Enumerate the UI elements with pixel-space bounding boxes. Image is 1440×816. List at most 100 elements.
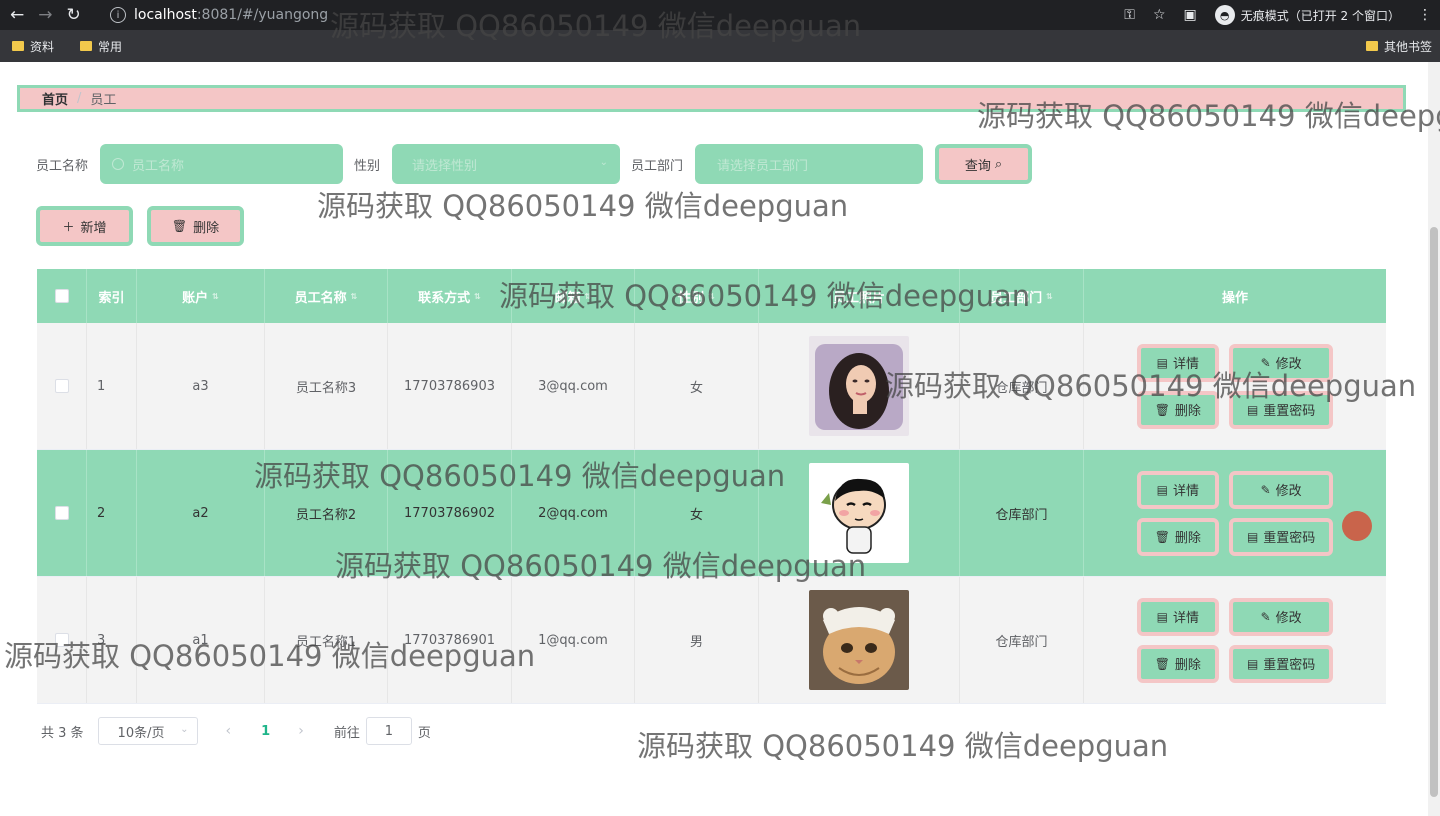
folder-icon [80,41,93,51]
delete-label: 删除 [1174,404,1201,419]
cell-account: a1 [137,577,265,703]
goto-prefix: 前往 [333,725,360,741]
forward-icon[interactable]: → [38,5,52,25]
info-icon[interactable]: i [110,7,126,23]
current-page[interactable]: 1 [261,724,270,739]
chevron-down-icon: ⌄ [599,157,609,168]
col-dept[interactable]: 员工部门 ⇅ [960,269,1084,323]
col-dept-label: 员工部门 [990,290,1043,306]
name-search-input[interactable]: 员工名称 [100,144,344,184]
col-email-label: 邮箱 [554,290,581,306]
edit-label: 修改 [1275,484,1302,499]
cell-name: 员工名称2 [265,450,388,576]
reload-icon[interactable]: ↻ [67,5,81,25]
sort-icon: ⇅ [350,291,358,301]
scrollbar-thumb[interactable] [1430,227,1438,797]
edit-button[interactable]: ✎ 修改 [1228,343,1334,382]
select-all-checkbox[interactable] [54,289,69,303]
back-icon[interactable]: ← [10,5,24,25]
row-select-cell [37,577,87,703]
cell-index: 1 [87,323,137,449]
employee-photo[interactable] [809,463,909,563]
prev-page-icon[interactable]: ‹ [226,723,232,739]
next-page-icon[interactable]: › [298,723,304,739]
row-checkbox[interactable] [54,633,69,647]
edit-button[interactable]: ✎ 修改 [1228,470,1334,509]
page-content: 首页 / 员工 员工名称 员工名称 性别 请选择性别 ⌄ 员工部门 请选择员工部… [0,62,1428,816]
query-button[interactable]: 查询 ⌕ [935,144,1033,184]
cell-actions: ▤ 详情 ✎ 修改 🗑 删除 ▤ 重置密码 [1084,577,1386,703]
page-scrollbar[interactable] [1428,62,1440,816]
detail-label: 详情 [1172,357,1199,372]
employee-table: 索引 账户 ⇅ 员工名称 ⇅ 联系方式 ⇅ 邮箱 ⇅ 性别 ⇅ 员工照片 员工部门 ⇅ 操作… [37,269,1386,704]
employee-photo[interactable] [809,590,909,690]
breadcrumb-separator: / [77,91,82,106]
bookmark-folder[interactable]: 常用 [80,38,122,55]
col-gender[interactable]: 性别 ⇅ [635,269,759,323]
employee-photo[interactable] [809,336,909,436]
col-name[interactable]: 员工名称 ⇅ [265,269,388,323]
detail-button[interactable]: ▤ 详情 [1136,470,1219,509]
reset-password-button[interactable]: ▤ 重置密码 [1228,517,1334,556]
cell-phone: 17703786902 [388,450,512,576]
trash-icon: 🗑 [171,219,188,233]
goto-page-input[interactable]: 1 [365,717,412,745]
detail-button[interactable]: ▤ 详情 [1136,597,1219,636]
sidepanel-icon[interactable]: ▣ [1184,7,1197,23]
gender-placeholder: 请选择性别 [412,158,478,174]
trash-icon: 🗑 [1154,656,1170,671]
delete-button[interactable]: 🗑 删除 [1136,390,1219,429]
cell-account: a3 [137,323,265,449]
browser-nav: ← → ↻ [0,5,110,25]
batch-delete-button[interactable]: 🗑 删除 [147,206,244,246]
page-size-select[interactable]: 10条/页 ⌄ [97,717,198,745]
browser-toolbar: ← → ↻ i localhost:8081/#/yuangong ⚿ ☆ ▣ … [0,0,1440,30]
reset-password-button[interactable]: ▤ 重置密码 [1228,390,1334,429]
add-button[interactable]: ＋ 新增 [36,206,133,246]
bookmark-folder[interactable]: 资料 [12,38,54,55]
delete-label: 删除 [1174,531,1201,546]
detail-label: 详情 [1172,611,1199,626]
page-jumper: 前往 1 页 [334,717,431,745]
query-label: 查询 [964,158,991,174]
breadcrumb-home[interactable]: 首页 [42,89,68,108]
reset-password-button[interactable]: ▤ 重置密码 [1228,644,1334,683]
gender-select[interactable]: 请选择性别 ⌄ [392,144,621,184]
edit-icon: ✎ [1260,609,1271,624]
cell-photo [759,450,960,576]
col-account[interactable]: 账户 ⇅ [137,269,265,323]
col-phone[interactable]: 联系方式 ⇅ [388,269,512,323]
col-email[interactable]: 邮箱 ⇅ [512,269,635,323]
sort-icon: ⇅ [584,291,592,301]
col-account-label: 账户 [182,290,209,306]
delete-button[interactable]: 🗑 删除 [1136,517,1219,556]
col-actions: 操作 [1084,269,1386,323]
incognito-indicator[interactable]: ◓ 无痕模式（已打开 2 个窗口） [1214,5,1400,25]
col-phone-label: 联系方式 [418,290,471,306]
delete-button[interactable]: 🗑 删除 [1136,644,1219,683]
dept-select[interactable]: 请选择员工部门 [695,144,924,184]
add-label: 新增 [80,220,107,236]
other-bookmarks[interactable]: 其他书签 [1365,30,1432,62]
edit-button[interactable]: ✎ 修改 [1228,597,1334,636]
name-placeholder: 员工名称 [132,158,185,174]
sort-icon: ⇅ [1046,291,1053,301]
cursor-indicator [1342,511,1372,541]
page-size-value: 10条/页 [117,725,165,741]
detail-button[interactable]: ▤ 详情 [1136,343,1219,382]
star-icon[interactable]: ☆ [1153,7,1166,23]
menu-icon[interactable]: ⋮ [1418,7,1432,23]
cell-actions: ▤ 详情 ✎ 修改 🗑 删除 ▤ 重置密码 [1084,450,1386,576]
key-icon[interactable]: ⚿ [1124,7,1135,23]
trash-icon: 🗑 [1154,529,1170,544]
delete-label: 删除 [1174,658,1201,673]
address-bar[interactable]: i localhost:8081/#/yuangong [110,7,328,23]
row-select-cell [37,450,87,576]
cell-account: a2 [137,450,265,576]
col-index: 索引 [87,269,137,323]
document-icon: ▤ [1246,402,1259,417]
row-checkbox[interactable] [54,506,69,520]
table-header: 索引 账户 ⇅ 员工名称 ⇅ 联系方式 ⇅ 邮箱 ⇅ 性别 ⇅ 员工照片 员工部门 ⇅ 操作 [37,269,1386,323]
row-checkbox[interactable] [54,379,69,393]
cell-email: 2@qq.com [512,450,635,576]
